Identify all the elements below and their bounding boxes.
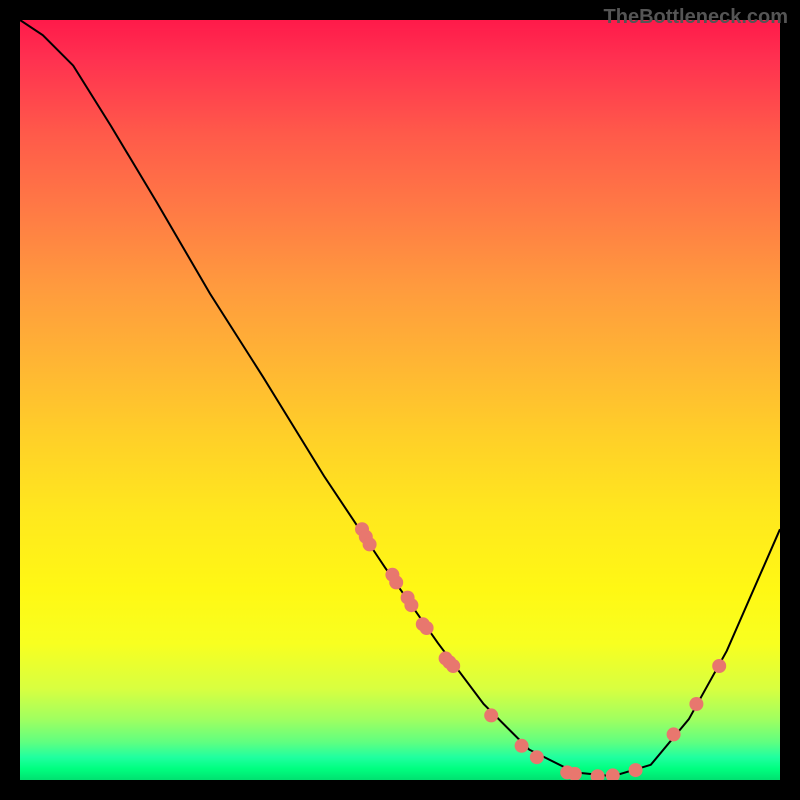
- data-marker: [606, 768, 620, 780]
- bottleneck-curve: [20, 20, 780, 776]
- data-marker: [420, 621, 434, 635]
- data-marker: [591, 769, 605, 780]
- data-marker: [530, 750, 544, 764]
- data-marker: [515, 739, 529, 753]
- data-marker: [404, 598, 418, 612]
- data-marker: [446, 659, 460, 673]
- data-marker: [363, 537, 377, 551]
- data-marker: [667, 727, 681, 741]
- watermark-text: TheBottleneck.com: [604, 6, 788, 29]
- chart-svg: [20, 20, 780, 780]
- data-marker: [389, 575, 403, 589]
- data-marker: [712, 659, 726, 673]
- data-marker: [629, 763, 643, 777]
- chart-plot-area: [20, 20, 780, 780]
- data-marker: [689, 697, 703, 711]
- data-marker: [484, 708, 498, 722]
